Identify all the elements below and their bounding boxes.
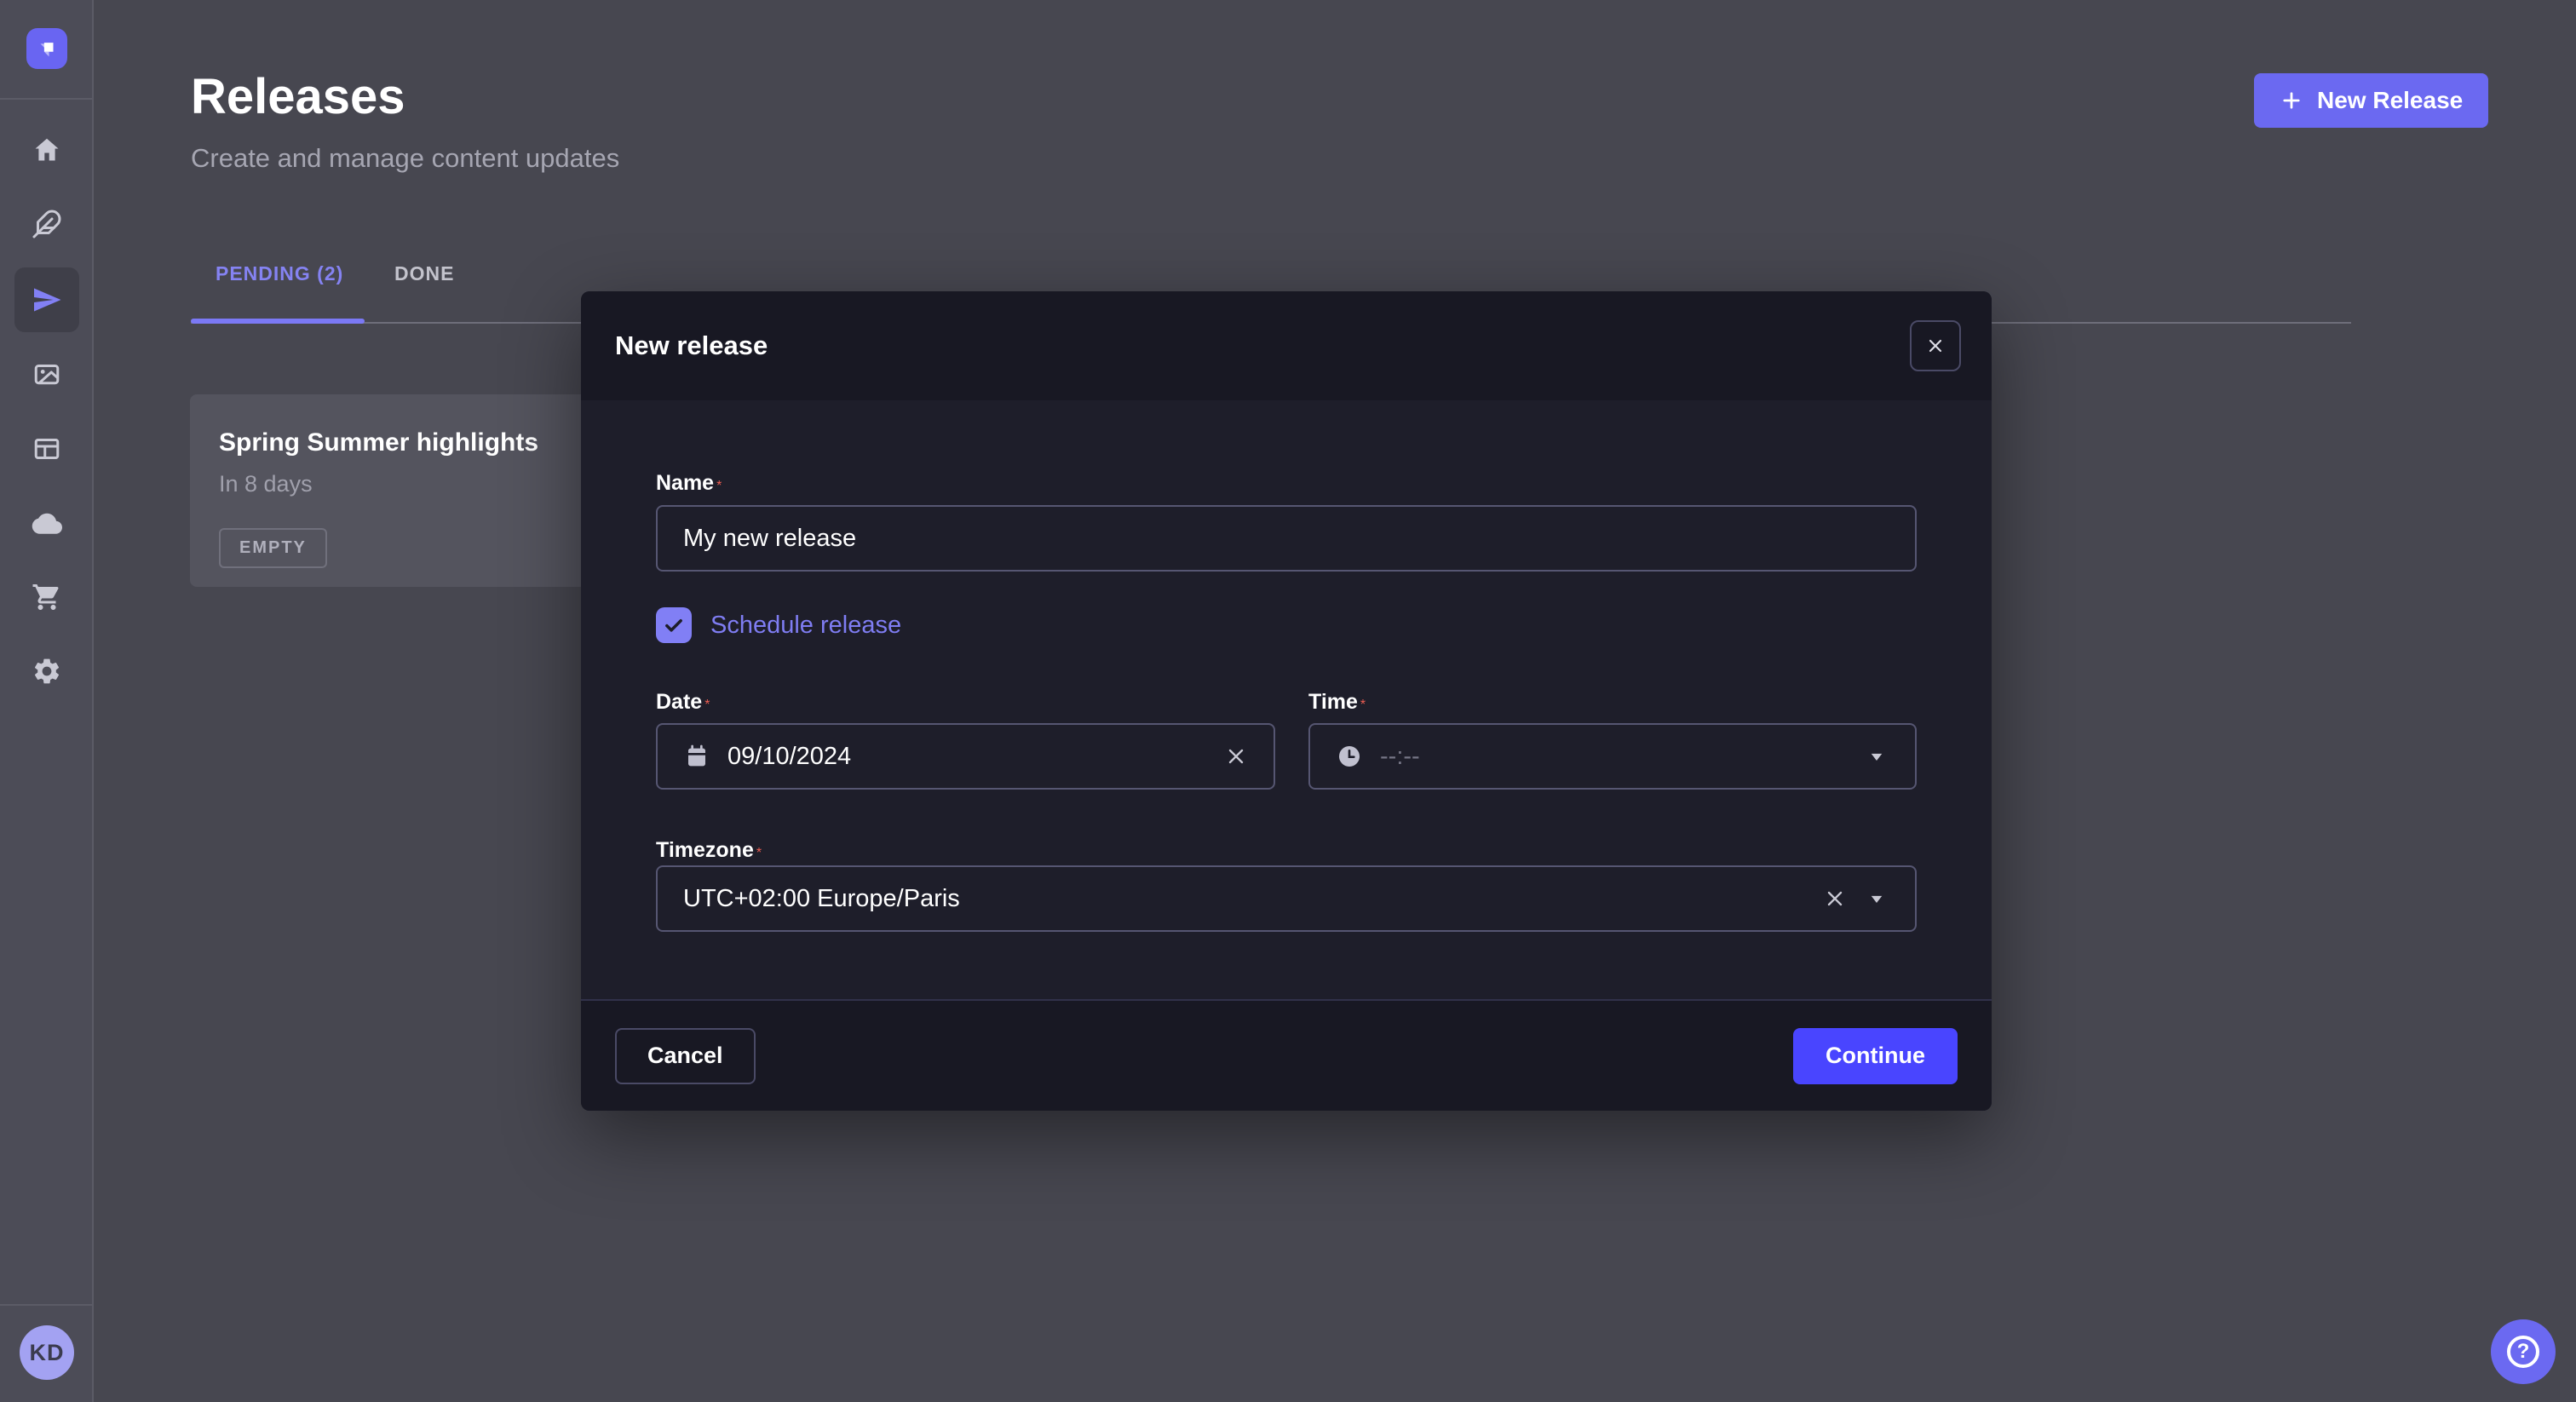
- app-root: KD Releases Create and manage content up…: [0, 0, 2576, 1402]
- new-release-modal: New release Name* Schedule release Date*: [581, 291, 1992, 1111]
- help-button[interactable]: ?: [2491, 1319, 2556, 1384]
- strapi-logo-icon[interactable]: [26, 28, 67, 69]
- active-tab-underline: [191, 319, 365, 324]
- plus-icon: [2280, 89, 2303, 112]
- date-field-label: Date*: [656, 690, 710, 715]
- schedule-release-label: Schedule release: [710, 612, 901, 640]
- sidebar-divider: [0, 98, 94, 100]
- new-release-button-label: New Release: [2317, 87, 2463, 114]
- required-asterisk: *: [704, 698, 710, 712]
- cart-icon: [32, 582, 62, 612]
- clock-icon: [1336, 743, 1363, 770]
- continue-button[interactable]: Continue: [1793, 1028, 1958, 1084]
- time-field-label: Time*: [1308, 690, 1366, 715]
- sidebar-item-marketplace[interactable]: [14, 565, 79, 629]
- schedule-release-checkbox[interactable]: [656, 607, 692, 643]
- timezone-clear-button[interactable]: [1823, 887, 1847, 911]
- time-dropdown-button[interactable]: [1864, 744, 1889, 769]
- time-input-wrapper: [1308, 723, 1917, 790]
- modal-title: New release: [615, 330, 768, 361]
- sidebar-item-home[interactable]: [14, 118, 79, 182]
- name-input-wrapper: [656, 505, 1917, 572]
- time-input[interactable]: [1380, 743, 1847, 771]
- chevron-down-icon: [1864, 886, 1889, 911]
- media-library-icon: [32, 359, 62, 390]
- schedule-release-row[interactable]: Schedule release: [656, 607, 901, 643]
- sidebar-item-releases[interactable]: [14, 267, 79, 332]
- cloud-icon: [32, 508, 62, 538]
- date-input-wrapper: [656, 723, 1275, 790]
- question-mark-icon: ?: [2507, 1336, 2539, 1368]
- user-avatar[interactable]: KD: [20, 1325, 74, 1380]
- page-subtitle: Create and manage content updates: [191, 143, 619, 174]
- required-asterisk: *: [1360, 698, 1366, 712]
- chevron-down-icon: [1864, 744, 1889, 769]
- clear-icon: [1823, 887, 1847, 911]
- date-input[interactable]: [727, 743, 1207, 771]
- timezone-field-label: Timezone*: [656, 838, 762, 863]
- home-icon: [32, 135, 62, 165]
- cancel-button[interactable]: Cancel: [615, 1028, 756, 1084]
- release-status-badge: EMPTY: [219, 528, 327, 568]
- layout-icon: [32, 434, 62, 464]
- new-release-button[interactable]: New Release: [2254, 73, 2488, 128]
- sidebar-item-content[interactable]: [14, 192, 79, 256]
- sidebar-divider: [0, 1304, 94, 1306]
- check-icon: [662, 613, 686, 637]
- sidebar-item-deploy[interactable]: [14, 491, 79, 555]
- timezone-input-wrapper: [656, 865, 1917, 932]
- name-input[interactable]: [683, 525, 1889, 553]
- modal-body: Name* Schedule release Date* Time*: [581, 400, 1992, 999]
- required-asterisk: *: [716, 479, 722, 493]
- paper-plane-icon: [32, 284, 62, 315]
- name-field-label: Name*: [656, 471, 722, 496]
- timezone-dropdown-button[interactable]: [1864, 886, 1889, 911]
- sidebar-item-content-type-builder[interactable]: [14, 417, 79, 481]
- sidebar: KD: [0, 0, 94, 1402]
- strapi-logo-glyph: [34, 36, 60, 61]
- modal-footer: Cancel Continue: [581, 999, 1992, 1111]
- modal-close-button[interactable]: [1910, 320, 1961, 371]
- sidebar-item-media-library[interactable]: [14, 342, 79, 407]
- close-icon: [1925, 336, 1946, 356]
- modal-header: New release: [581, 291, 1992, 400]
- tab-done[interactable]: DONE: [394, 262, 454, 285]
- date-clear-button[interactable]: [1224, 744, 1248, 768]
- timezone-input[interactable]: [683, 885, 1806, 913]
- required-asterisk: *: [756, 846, 762, 860]
- tab-pending[interactable]: PENDING (2): [216, 262, 343, 285]
- calendar-icon: [683, 743, 710, 770]
- sidebar-item-settings[interactable]: [14, 639, 79, 704]
- clear-icon: [1224, 744, 1248, 768]
- feather-icon: [32, 209, 62, 239]
- gear-icon: [32, 656, 62, 687]
- page-title: Releases: [191, 68, 405, 125]
